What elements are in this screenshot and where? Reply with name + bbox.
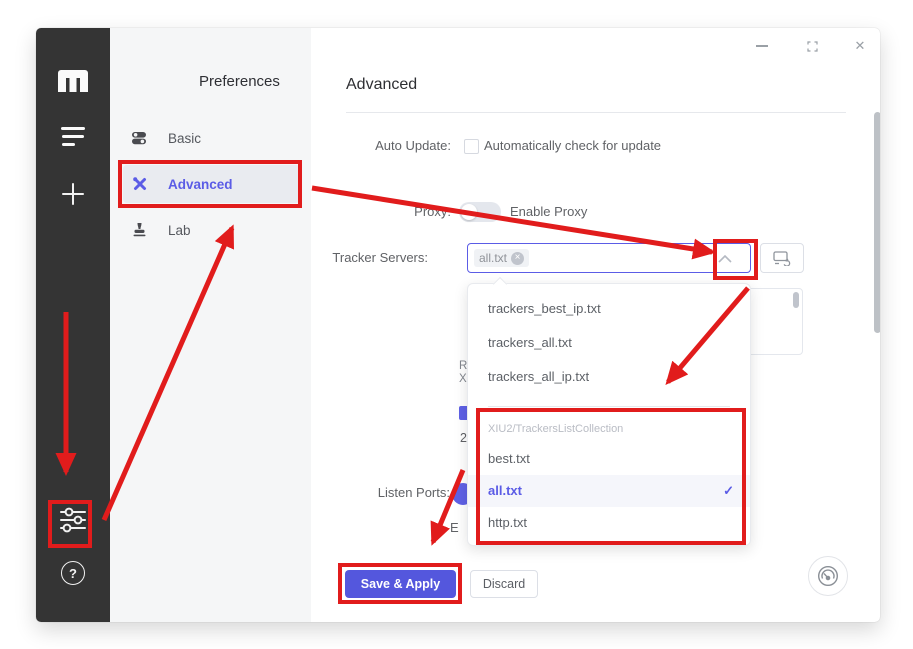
help-icon[interactable]: ? — [36, 561, 110, 585]
tracker-servers-label: Tracker Servers: — [332, 250, 428, 265]
toggle-knob — [461, 204, 477, 220]
motrix-preferences-window: ? Preferences Basic Advanced Lab ✕ Advan… — [36, 28, 880, 622]
annotation-rect-preferences-icon — [48, 500, 92, 548]
dropdown-option[interactable]: trackers_all.txt — [468, 326, 750, 360]
content-scrollbar[interactable] — [874, 112, 880, 333]
proxy-label: Proxy: — [414, 204, 451, 219]
tracker-servers-select[interactable]: all.txt × — [467, 243, 751, 273]
annotation-rect-save — [338, 563, 462, 604]
hint-fragment-3: E — [450, 520, 459, 535]
lab-icon — [132, 222, 147, 243]
title-divider — [346, 112, 846, 113]
minimize-icon — [756, 45, 768, 47]
sync-trackers-button[interactable] — [760, 243, 804, 273]
annotation-rect-chevron — [713, 239, 758, 280]
task-list-icon[interactable] — [36, 127, 110, 151]
close-icon: ✕ — [854, 38, 866, 53]
discard-button[interactable]: Discard — [470, 570, 538, 598]
dropdown-caret — [492, 276, 508, 292]
sync-tracker-icon — [773, 250, 791, 266]
basic-icon — [131, 130, 147, 151]
help-glyph: ? — [69, 565, 77, 581]
minimize-button[interactable] — [752, 36, 772, 56]
proxy-option-label: Enable Proxy — [510, 204, 588, 219]
tag-text: all.txt — [479, 251, 508, 265]
auto-update-checkbox[interactable] — [464, 139, 479, 154]
selected-tracker-tag: all.txt × — [474, 249, 530, 267]
auto-update-option-label[interactable]: Automatically check for update — [484, 136, 661, 156]
screenshot-page: ? Preferences Basic Advanced Lab ✕ Advan… — [0, 0, 913, 649]
annotation-rect-group — [476, 408, 746, 545]
add-task-icon[interactable] — [36, 181, 110, 207]
annotation-rect-advanced — [118, 160, 302, 208]
speed-limit-button[interactable] — [808, 556, 848, 596]
maximize-icon — [806, 40, 818, 52]
speed-gauge-icon — [817, 565, 839, 587]
page-title: Advanced — [346, 76, 418, 93]
maximize-button[interactable] — [802, 36, 822, 56]
dropdown-option[interactable]: trackers_all_ip.txt — [468, 360, 750, 394]
dropdown-divider — [488, 406, 730, 407]
listen-ports-label: Listen Ports: — [377, 485, 450, 500]
motrix-logo-icon — [36, 70, 110, 92]
preferences-title: Preferences — [199, 73, 280, 90]
sidebar-item-lab-label: Lab — [168, 223, 191, 238]
auto-update-label: Auto Update: — [375, 138, 451, 153]
textarea-scroll-thumb[interactable] — [793, 292, 799, 308]
proxy-toggle[interactable] — [459, 202, 501, 222]
dropdown-option[interactable]: trackers_best_ip.txt — [468, 292, 750, 326]
preferences-panel: Preferences Basic Advanced Lab — [110, 28, 311, 622]
close-button[interactable]: ✕ — [850, 36, 870, 56]
tag-remove-icon[interactable]: × — [511, 251, 525, 265]
sidebar-item-basic-label: Basic — [168, 131, 202, 146]
